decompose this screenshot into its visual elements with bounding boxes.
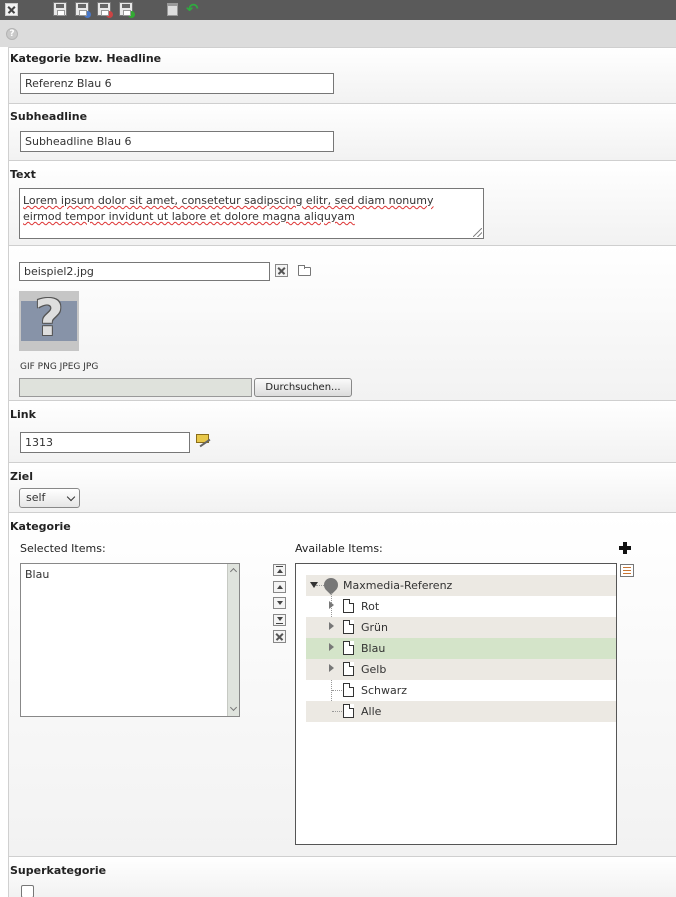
remove-file-icon[interactable] xyxy=(275,264,288,277)
expand-icon[interactable] xyxy=(329,664,334,672)
category-label: Kategorie xyxy=(10,520,71,533)
tree-item-blau[interactable]: Blau xyxy=(306,638,616,659)
available-items-label: Available Items: xyxy=(295,542,383,555)
scrollbar[interactable] xyxy=(227,564,239,716)
scroll-down-icon[interactable] xyxy=(229,703,238,712)
close-icon[interactable] xyxy=(5,3,18,16)
tree-item-alle[interactable]: Alle xyxy=(306,701,616,722)
tree-item-label: Blau xyxy=(361,642,386,655)
text-line-2: eirmod tempor invidunt ut labore et dolo… xyxy=(23,210,355,223)
chevron-down-icon xyxy=(66,492,76,502)
missing-image-icon: ? xyxy=(21,289,77,347)
text-label: Text xyxy=(10,168,36,181)
selected-items-label: Selected Items: xyxy=(20,542,106,555)
image-thumbnail: ? xyxy=(19,289,79,351)
supercategory-checkbox[interactable] xyxy=(21,885,34,897)
target-label: Ziel xyxy=(10,470,33,483)
tree-root-label: Maxmedia-Referenz xyxy=(343,579,453,592)
file-upload-field[interactable] xyxy=(19,378,252,397)
move-down-button[interactable] xyxy=(273,597,286,609)
headline-input[interactable]: Referenz Blau 6 xyxy=(20,73,334,94)
tree-item-label: Alle xyxy=(361,705,382,718)
move-top-button[interactable] xyxy=(273,564,286,576)
text-line-1: Lorem ipsum dolor sit amet, consetetur s… xyxy=(23,194,434,207)
page-icon xyxy=(343,620,354,634)
target-select-value: self xyxy=(26,491,46,504)
move-bottom-button[interactable] xyxy=(273,614,286,626)
supercategory-label: Superkategorie xyxy=(10,864,107,877)
subheadline-input[interactable]: Subheadline Blau 6 xyxy=(20,131,334,152)
link-label: Link xyxy=(10,408,36,421)
selected-items-list[interactable]: Blau xyxy=(20,563,240,717)
tree-item-label: Grün xyxy=(361,621,388,634)
section-supercategory xyxy=(9,856,676,897)
tree-item-rot[interactable]: Rot xyxy=(306,596,616,617)
delete-icon[interactable] xyxy=(167,3,178,16)
allowed-filetypes: GIF PNG JPEG JPG xyxy=(20,362,99,372)
save-close-icon[interactable] xyxy=(97,2,113,18)
page-icon xyxy=(343,641,354,655)
move-up-button[interactable] xyxy=(273,581,286,593)
tree-item-label: Schwarz xyxy=(361,684,408,697)
available-items-tree[interactable]: Maxmedia-Referenz Rot Grün Blau Gelb Sch… xyxy=(295,563,617,845)
link-input[interactable]: 1313 xyxy=(20,432,190,453)
page-icon xyxy=(343,599,354,613)
folder-icon[interactable] xyxy=(298,265,311,276)
expand-icon[interactable] xyxy=(329,643,334,651)
list-view-icon[interactable] xyxy=(620,564,634,577)
browse-button[interactable]: Durchsuchen... xyxy=(254,378,352,397)
save-icon[interactable] xyxy=(53,2,67,16)
tree-item-label: Rot xyxy=(361,600,380,613)
page-icon xyxy=(343,683,354,697)
tree-item-schwarz[interactable]: Schwarz xyxy=(306,680,616,701)
headline-label: Kategorie bzw. Headline xyxy=(10,52,162,65)
section-target xyxy=(9,462,676,512)
root-page-icon xyxy=(321,575,341,595)
save-view-icon[interactable] xyxy=(75,2,91,18)
list-item[interactable]: Blau xyxy=(25,568,49,581)
image-filename-field[interactable]: beispiel2.jpg xyxy=(19,262,270,281)
help-icon[interactable]: ? xyxy=(6,28,18,40)
link-wizard-icon[interactable] xyxy=(196,434,211,446)
tree-root-row[interactable]: Maxmedia-Referenz xyxy=(306,575,616,596)
tree-item-label: Gelb xyxy=(361,663,387,676)
tree-item-gruen[interactable]: Grün xyxy=(306,617,616,638)
scroll-up-icon[interactable] xyxy=(229,567,238,576)
text-area[interactable]: Lorem ipsum dolor sit amet, consetetur s… xyxy=(19,188,484,239)
resize-grip-icon[interactable] xyxy=(473,228,482,237)
remove-item-icon[interactable] xyxy=(273,630,286,643)
add-record-icon[interactable] xyxy=(619,542,631,554)
subheadline-label: Subheadline xyxy=(10,110,88,123)
expand-icon[interactable] xyxy=(329,601,334,609)
sub-toolbar: ? xyxy=(0,20,676,47)
tree-item-gelb[interactable]: Gelb xyxy=(306,659,616,680)
save-new-icon[interactable] xyxy=(119,2,135,18)
page-icon xyxy=(343,704,354,718)
target-select[interactable]: self xyxy=(19,488,80,508)
page-icon xyxy=(343,662,354,676)
undo-icon[interactable]: ↶ xyxy=(186,2,200,17)
doc-toolbar: ↶ xyxy=(0,0,676,20)
expand-icon[interactable] xyxy=(329,622,334,630)
